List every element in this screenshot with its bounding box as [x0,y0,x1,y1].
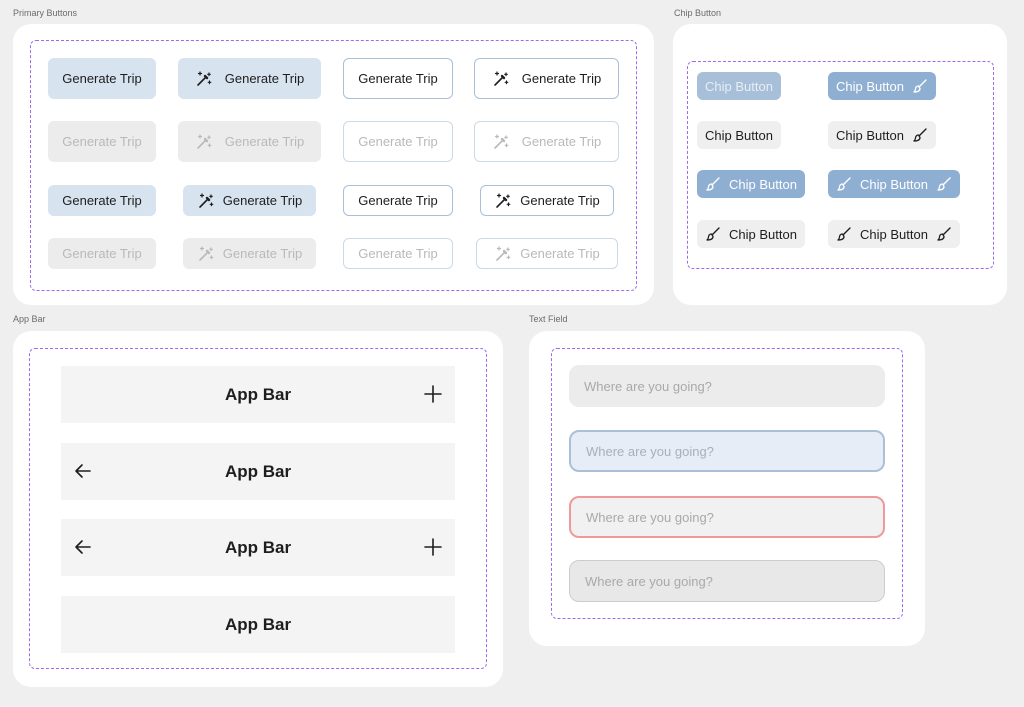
section-label-primary-buttons: Primary Buttons [13,8,78,18]
paint-brush-icon [936,176,952,192]
app-bar-title: App Bar [224,537,292,557]
button-label: Generate Trip [224,71,305,86]
app-bar-plain: App Bar [61,596,455,653]
paint-brush-icon [836,176,852,192]
button-label: Generate Trip [62,71,142,86]
chip-button-leading-icon[interactable]: Chip Button [697,170,805,198]
section-label-chip-button: Chip Button [674,8,722,18]
chip-label: Chip Button [860,176,928,192]
chip-button-grey-leading-icon[interactable]: Chip Button [697,220,805,248]
section-label-app-bar: App Bar [13,314,46,324]
app-bar-with-action: App Bar [61,366,455,423]
magic-wand-icon [494,192,512,210]
button-label: Generate Trip [62,134,142,149]
button-label: Generate Trip [222,193,303,208]
plus-icon[interactable] [423,537,443,557]
button-label: Generate Trip [520,246,600,261]
chip-label: Chip Button [729,176,797,192]
paint-brush-icon [836,226,852,242]
generate-trip-button-small-disabled[interactable]: Generate Trip [48,238,156,269]
generate-trip-outline-button-small-with-icon-disabled[interactable]: Generate Trip [476,238,618,269]
app-bar-with-back: App Bar [61,443,455,500]
field-placeholder: Where are you going? [586,443,714,459]
paint-brush-icon [705,226,721,242]
paint-brush-icon [705,176,721,192]
generate-trip-outline-button-small[interactable]: Generate Trip [343,185,453,216]
button-label: Generate Trip [358,71,438,86]
generate-trip-outline-button-small-with-icon[interactable]: Generate Trip [480,185,614,216]
generate-trip-button-with-icon[interactable]: Generate Trip [178,58,321,99]
generate-trip-button-small[interactable]: Generate Trip [48,185,156,216]
section-label-text-field: Text Field [529,314,568,324]
paint-brush-icon [912,127,928,143]
chip-label: Chip Button [705,127,773,143]
plus-icon[interactable] [423,384,443,404]
chip-label: Chip Button [705,78,773,94]
button-label: Generate Trip [358,134,438,149]
magic-wand-icon [195,70,213,88]
generate-trip-button-small-with-icon-disabled[interactable]: Generate Trip [183,238,316,269]
magic-wand-icon [494,245,512,263]
generate-trip-outline-button[interactable]: Generate Trip [343,58,453,99]
destination-field[interactable]: Where are you going? [569,365,885,407]
paint-brush-icon [936,226,952,242]
generate-trip-button-with-icon-disabled[interactable]: Generate Trip [178,121,321,162]
button-label: Generate Trip [222,246,303,261]
chip-button-grey-with-icon[interactable]: Chip Button [828,121,936,149]
app-bar-title: App Bar [224,384,292,404]
app-bar-title: App Bar [224,614,292,634]
button-label: Generate Trip [358,246,438,261]
generate-trip-outline-button-small-disabled[interactable]: Generate Trip [343,238,453,269]
button-label: Generate Trip [224,134,305,149]
magic-wand-icon [197,192,215,210]
magic-wand-icon [197,245,215,263]
destination-field-focused[interactable]: Where are you going? [569,430,885,472]
generate-trip-outline-button-with-icon[interactable]: Generate Trip [474,58,619,99]
button-label: Generate Trip [521,71,602,86]
generate-trip-outline-button-disabled[interactable]: Generate Trip [343,121,453,162]
button-label: Generate Trip [62,246,142,261]
generate-trip-button[interactable]: Generate Trip [48,58,156,99]
chip-label: Chip Button [836,78,904,94]
field-placeholder: Where are you going? [586,509,714,525]
paint-brush-icon [912,78,928,94]
chip-label: Chip Button [836,127,904,143]
chip-button-grey-both-icons[interactable]: Chip Button [828,220,960,248]
destination-field-disabled[interactable]: Where are you going? [569,560,885,602]
chip-button-with-icon[interactable]: Chip Button [828,72,936,100]
button-label: Generate Trip [520,193,600,208]
chip-button-both-icons[interactable]: Chip Button [828,170,960,198]
field-placeholder: Where are you going? [584,378,712,394]
chip-label: Chip Button [729,226,797,242]
magic-wand-icon [492,70,510,88]
generate-trip-outline-button-with-icon-disabled[interactable]: Generate Trip [474,121,619,162]
chip-button-grey[interactable]: Chip Button [697,121,781,149]
magic-wand-icon [492,133,510,151]
chip-button[interactable]: Chip Button [697,72,781,100]
destination-field-error[interactable]: Where are you going? [569,496,885,538]
app-bar-title: App Bar [224,461,292,481]
button-label: Generate Trip [62,193,142,208]
magic-wand-icon [195,133,213,151]
generate-trip-button-small-with-icon[interactable]: Generate Trip [183,185,316,216]
field-placeholder: Where are you going? [585,573,713,589]
app-bar-with-back-and-action: App Bar [61,519,455,576]
chip-label: Chip Button [860,226,928,242]
generate-trip-button-disabled[interactable]: Generate Trip [48,121,156,162]
button-label: Generate Trip [521,134,602,149]
button-label: Generate Trip [358,193,438,208]
